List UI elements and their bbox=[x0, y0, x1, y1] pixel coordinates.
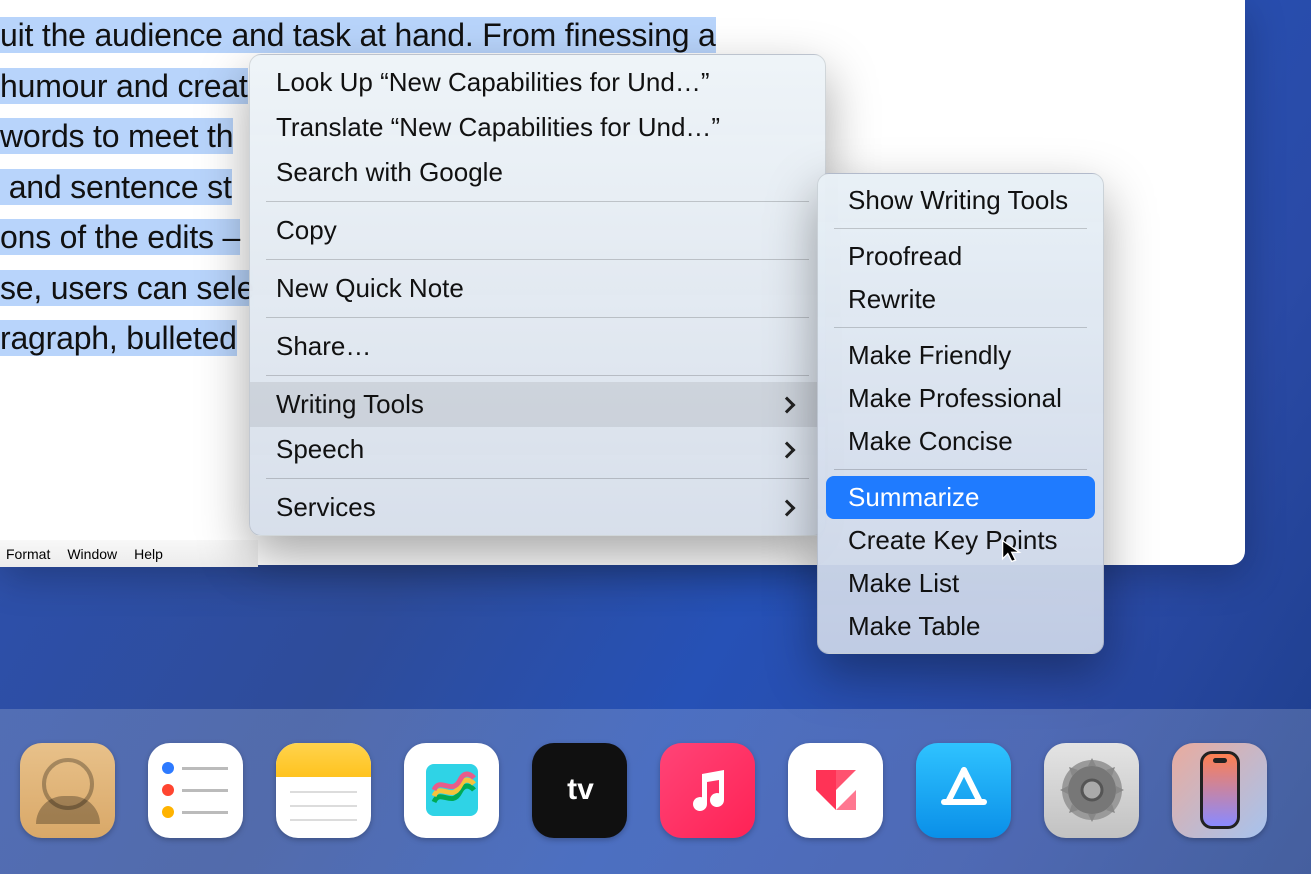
dock-app-tv[interactable]: tv bbox=[532, 743, 627, 838]
sub-separator bbox=[834, 327, 1087, 328]
dock-app-contacts[interactable] bbox=[20, 743, 115, 838]
ctx-separator bbox=[266, 375, 809, 376]
sub-item-make-professional[interactable]: Make Professional bbox=[826, 377, 1095, 420]
ctx-item-services[interactable]: Services bbox=[250, 485, 825, 530]
dock-app-freeform[interactable] bbox=[404, 743, 499, 838]
dock-app-news[interactable] bbox=[788, 743, 883, 838]
chevron-right-icon bbox=[779, 396, 796, 413]
sub-item-summarize[interactable]: Summarize bbox=[826, 476, 1095, 519]
sub-item-proofread[interactable]: Proofread bbox=[826, 235, 1095, 278]
dock-app-reminders[interactable] bbox=[148, 743, 243, 838]
ctx-item-share[interactable]: Share… bbox=[250, 324, 825, 369]
ctx-separator bbox=[266, 201, 809, 202]
dock-app-appstore[interactable] bbox=[916, 743, 1011, 838]
sub-item-create-key-points[interactable]: Create Key Points bbox=[826, 519, 1095, 562]
dock-app-settings[interactable] bbox=[1044, 743, 1139, 838]
chevron-right-icon bbox=[779, 441, 796, 458]
sub-item-rewrite[interactable]: Rewrite bbox=[826, 278, 1095, 321]
ctx-item-writing-tools[interactable]: Writing Tools bbox=[250, 382, 825, 427]
ctx-item-translate[interactable]: Translate “New Capabilities for Und…” bbox=[250, 105, 825, 150]
dock-app-notes[interactable] bbox=[276, 743, 371, 838]
sub-item-make-table[interactable]: Make Table bbox=[826, 605, 1095, 648]
writing-tools-submenu: Show Writing Tools Proofread Rewrite Mak… bbox=[817, 173, 1104, 654]
dock-app-music[interactable] bbox=[660, 743, 755, 838]
ctx-item-speech[interactable]: Speech bbox=[250, 427, 825, 472]
menubar-item-help[interactable]: Help bbox=[134, 546, 163, 562]
ctx-item-lookup[interactable]: Look Up “New Capabilities for Und…” bbox=[250, 60, 825, 105]
chevron-right-icon bbox=[779, 499, 796, 516]
sub-separator bbox=[834, 228, 1087, 229]
sub-item-make-friendly[interactable]: Make Friendly bbox=[826, 334, 1095, 377]
dock-app-iphone-mirroring[interactable] bbox=[1172, 743, 1267, 838]
sub-item-show-writing-tools[interactable]: Show Writing Tools bbox=[826, 179, 1095, 222]
ctx-separator bbox=[266, 478, 809, 479]
ctx-separator bbox=[266, 259, 809, 260]
ctx-separator bbox=[266, 317, 809, 318]
menubar-item-window[interactable]: Window bbox=[67, 546, 117, 562]
ctx-item-new-quick-note[interactable]: New Quick Note bbox=[250, 266, 825, 311]
sub-separator bbox=[834, 469, 1087, 470]
sub-item-make-list[interactable]: Make List bbox=[826, 562, 1095, 605]
menubar-item-format[interactable]: Format bbox=[6, 546, 50, 562]
ctx-item-search-google[interactable]: Search with Google bbox=[250, 150, 825, 195]
context-menu: Look Up “New Capabilities for Und…” Tran… bbox=[249, 54, 826, 536]
dock-area: tv bbox=[0, 709, 1311, 874]
sub-item-make-concise[interactable]: Make Concise bbox=[826, 420, 1095, 463]
bottom-window-menubar: Format Window Help bbox=[0, 540, 258, 567]
dock: tv bbox=[10, 730, 1311, 850]
phone-icon bbox=[1200, 751, 1240, 829]
ctx-item-copy[interactable]: Copy bbox=[250, 208, 825, 253]
